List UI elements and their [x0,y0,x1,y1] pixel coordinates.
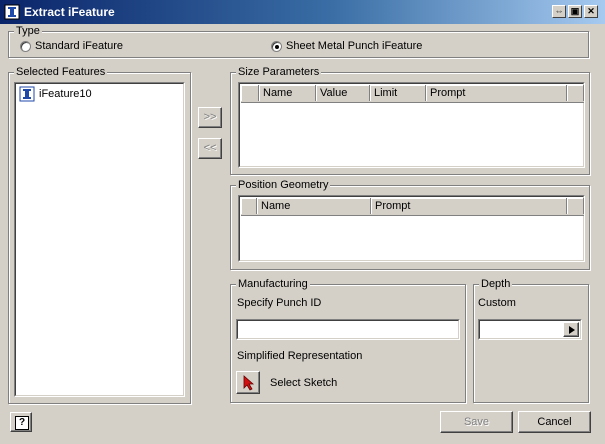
depth-custom-label: Custom [478,297,516,309]
row-header-cell [241,85,259,101]
window-title: Extract iFeature [24,5,115,19]
type-group-label: Type [14,25,42,37]
standard-ifeature-label[interactable]: Standard iFeature [35,40,123,52]
row-header-cell [241,198,257,214]
restore-icon[interactable]: ⇔ [552,5,566,18]
column-header[interactable]: Value [316,85,370,101]
column-header[interactable]: Name [257,198,371,214]
title-bar: Extract iFeature ⇔ ▣ ✕ [0,0,605,24]
selected-features-label: Selected Features [14,66,108,78]
cancel-button[interactable]: Cancel [518,411,591,433]
column-header[interactable]: Prompt [371,198,567,214]
select-sketch-button[interactable] [236,371,260,394]
sheet-metal-punch-radio[interactable] [271,41,282,52]
dropdown-button[interactable] [563,322,579,337]
column-header[interactable]: Prompt [426,85,567,101]
punch-id-label: Specify Punch ID [237,297,322,309]
sheet-metal-punch-label[interactable]: Sheet Metal Punch iFeature [286,40,422,52]
position-geometry-table[interactable]: Name Prompt [238,195,585,262]
remove-from-parameters-button[interactable]: << [198,138,222,159]
help-button[interactable]: ? [10,412,32,432]
select-sketch-label: Select Sketch [270,377,338,389]
table-header: Name Value Limit Prompt [241,85,584,103]
list-item[interactable]: iFeature10 [19,86,99,102]
add-to-parameters-button[interactable]: >> [198,107,222,128]
manufacturing-label: Manufacturing [236,278,310,290]
depth-dropdown[interactable] [478,319,582,340]
simplified-representation-label: Simplified Representation [237,350,363,362]
filler-header-cell [567,85,584,101]
size-parameters-label: Size Parameters [236,66,322,78]
list-item-label: iFeature10 [39,88,92,100]
size-parameters-table[interactable]: Name Value Limit Prompt [238,82,585,168]
position-geometry-label: Position Geometry [236,179,331,191]
punch-id-input[interactable] [236,319,460,340]
help-icon: ? [15,416,29,430]
save-button[interactable]: Save [440,411,513,433]
ifeature-app-icon [4,4,20,20]
selected-features-list[interactable]: iFeature10 [14,82,185,397]
table-header: Name Prompt [241,198,584,216]
triangle-right-icon [569,326,575,334]
column-header[interactable]: Name [259,85,316,101]
standard-ifeature-radio[interactable] [20,41,31,52]
depth-label: Depth [479,278,513,290]
ifeature-icon [19,86,35,102]
column-header[interactable]: Limit [370,85,426,101]
arrow-cursor-icon [243,375,255,391]
filler-header-cell [567,198,584,214]
maximize-icon[interactable]: ▣ [568,5,582,18]
close-icon[interactable]: ✕ [584,5,598,18]
